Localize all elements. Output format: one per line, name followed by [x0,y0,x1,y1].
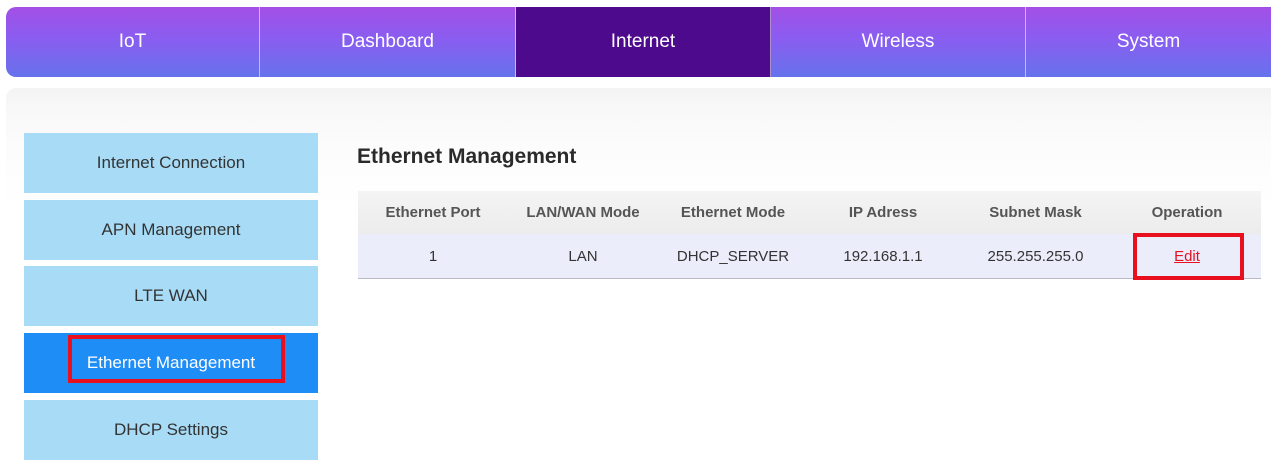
tab-system[interactable]: System [1026,7,1271,77]
sidebar-item-lte-wan[interactable]: LTE WAN [24,266,318,326]
cell-operation: Edit [1113,248,1261,265]
cell-ip-address: 192.168.1.1 [843,247,923,265]
tab-internet[interactable]: Internet [516,7,771,77]
tab-dashboard[interactable]: Dashboard [260,7,516,77]
column-header-ethernet-port: Ethernet Port [385,204,481,221]
cell-subnet-mask: 255.255.255.0 [987,247,1084,265]
cell-ethernet-port: 1 [428,247,438,265]
sidebar-item-internet-connection[interactable]: Internet Connection [24,133,318,193]
page-title: Ethernet Management [357,145,577,168]
sidebar-item-label: Ethernet Management [86,353,256,372]
column-header-lan-wan-mode: LAN/WAN Mode [526,204,640,221]
table-header: Ethernet Port LAN/WAN Mode Ethernet Mode… [358,191,1261,234]
tab-wireless[interactable]: Wireless [771,7,1026,77]
edit-link[interactable]: Edit [1174,248,1200,265]
column-header-operation: Operation [1151,204,1223,221]
cell-ethernet-mode: DHCP_SERVER [676,247,790,265]
column-header-ethernet-mode: Ethernet Mode [680,204,786,221]
column-header-ip-address: IP Adress [848,204,918,221]
sidebar-item-label: Internet Connection [96,153,246,172]
sidebar-item-ethernet-management[interactable]: Ethernet Management [24,333,318,393]
sidebar-item-apn-management[interactable]: APN Management [24,200,318,260]
sidebar-item-label: LTE WAN [134,286,208,305]
sidebar-item-dhcp-settings[interactable]: DHCP Settings [24,400,318,460]
column-header-subnet-mask: Subnet Mask [989,204,1082,221]
sidebar-item-label: APN Management [101,220,241,239]
top-nav-bar: IoT Dashboard Internet Wireless System [6,7,1271,77]
tab-iot[interactable]: IoT [6,7,260,77]
cell-lan-wan-mode: LAN [568,247,598,265]
sidebar-item-label: DHCP Settings [113,420,228,439]
table-row: 1 LAN DHCP_SERVER 192.168.1.1 255.255.25… [358,234,1261,279]
